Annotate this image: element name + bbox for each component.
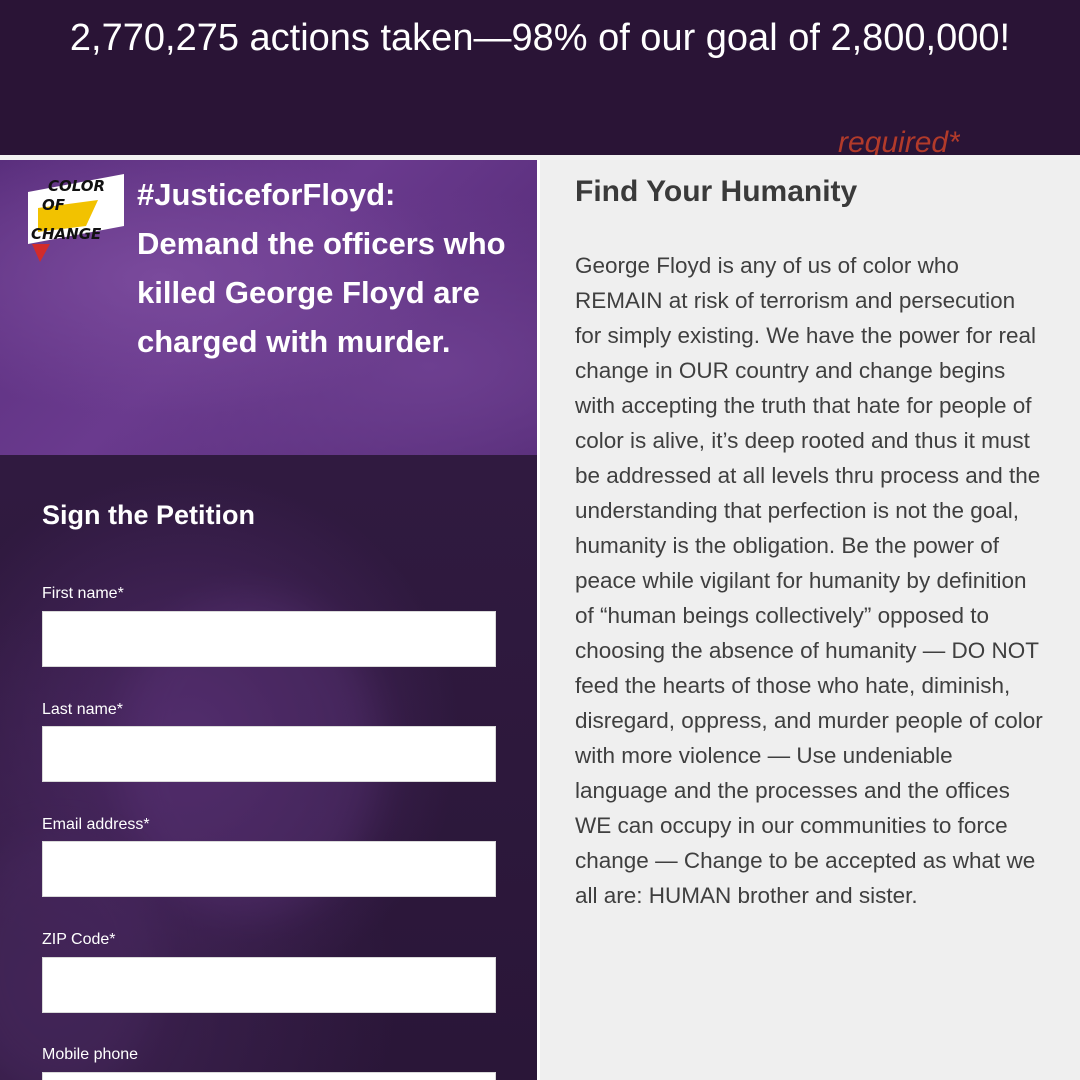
first-name-input[interactable] (42, 611, 496, 667)
email-label: Email address* (42, 816, 150, 833)
statement-panel: Find Your Humanity George Floyd is any o… (540, 160, 1080, 1080)
progress-banner: 2,770,275 actions taken—98% of our goal … (0, 0, 1080, 155)
form-title: Sign the Petition (42, 500, 255, 530)
petition-panel: COLOR OF CHANGE #JusticeforFloyd: Demand… (0, 160, 537, 1080)
last-name-label: Last name* (42, 701, 123, 718)
color-of-change-logo: COLOR OF CHANGE (28, 174, 124, 262)
zip-code-input[interactable] (42, 957, 496, 1013)
mobile-phone-label: Mobile phone (42, 1046, 139, 1063)
logo-line-3: CHANGE (31, 225, 102, 243)
statement-body: George Floyd is any of us of color who R… (575, 253, 1043, 908)
first-name-label: First name* (42, 585, 124, 602)
email-input[interactable] (42, 841, 496, 897)
last-name-input[interactable] (42, 726, 496, 782)
campaign-headline: #JusticeforFloyd: Demand the officers wh… (137, 177, 506, 359)
mobile-phone-input[interactable] (42, 1072, 496, 1080)
progress-text: 2,770,275 actions taken—98% of our goal … (69, 17, 1011, 59)
logo-line-1: COLOR (48, 177, 105, 195)
logo-line-2: OF (42, 196, 66, 214)
required-note: required* (838, 126, 960, 155)
statement-title: Find Your Humanity (575, 175, 858, 208)
zip-code-label: ZIP Code* (42, 931, 116, 948)
